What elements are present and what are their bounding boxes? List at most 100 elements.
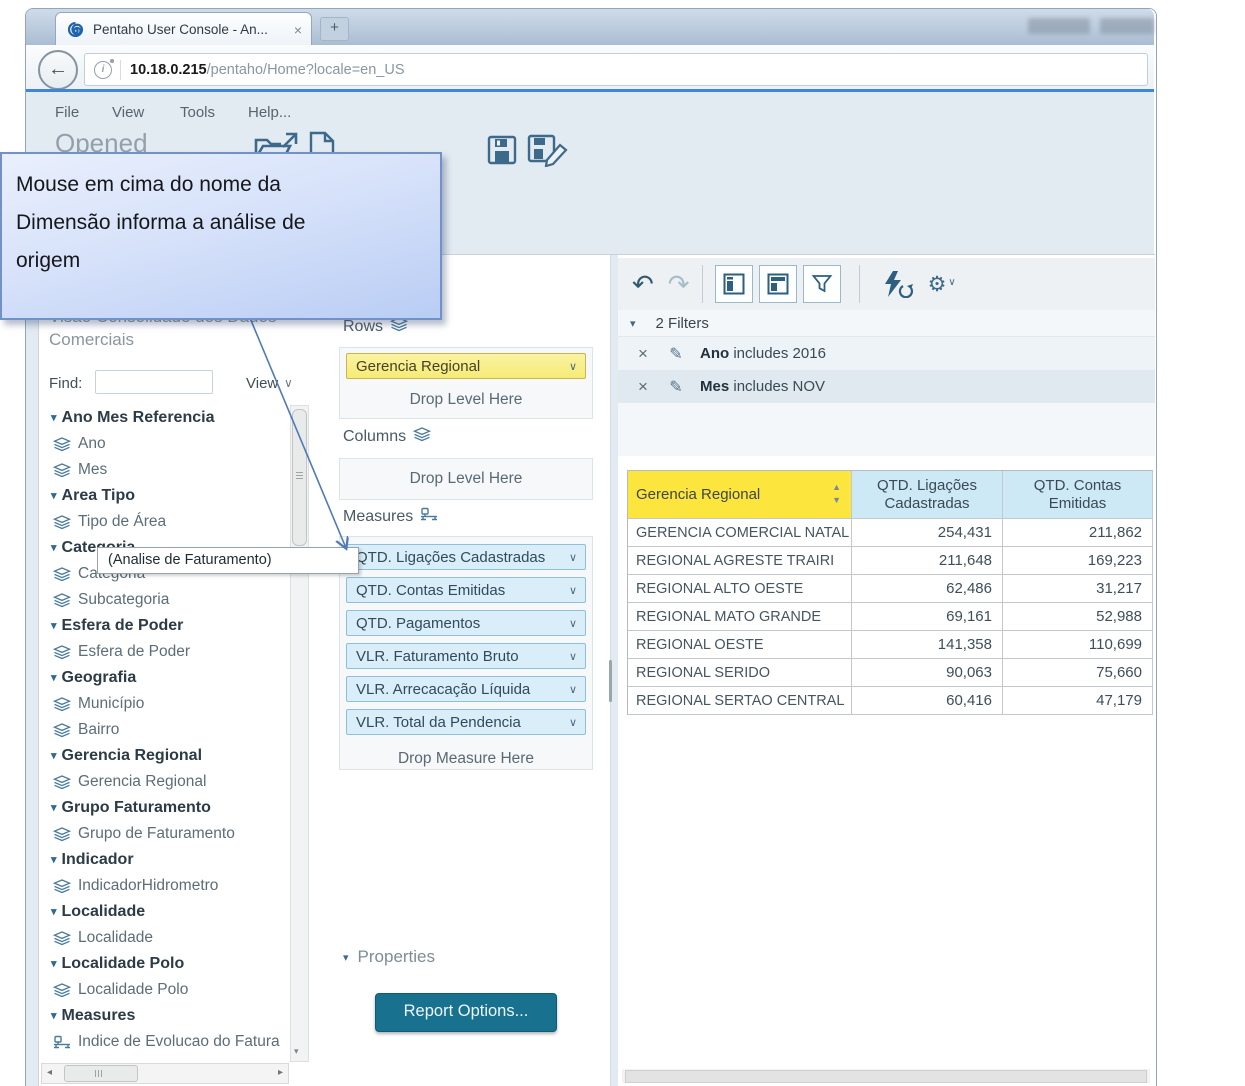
row-level-chip[interactable]: Gerencia Regional∨ xyxy=(346,353,586,379)
tree-item-level[interactable]: Gerencia Regional xyxy=(39,769,289,795)
scroll-left-icon[interactable]: ◂ xyxy=(47,1067,52,1078)
undo-icon[interactable]: ↶ xyxy=(632,269,654,300)
expander-triangle-icon[interactable]: ▾ xyxy=(51,405,57,431)
tree-item-level[interactable]: Tipo de Área xyxy=(39,509,289,535)
new-tab-button[interactable]: + xyxy=(320,17,349,41)
chevron-down-icon[interactable]: ∨ xyxy=(561,617,585,630)
column-header-measure[interactable]: QTD. Contas Emitidas xyxy=(1003,471,1153,519)
tree-item-level[interactable]: Esfera de Poder xyxy=(39,639,289,665)
tree-item-level[interactable]: Bairro xyxy=(39,717,289,743)
tree-item-measure[interactable]: Indice de Evolucao do Fatura xyxy=(39,1029,289,1055)
splitter-drag-handle[interactable] xyxy=(609,660,612,702)
expander-triangle-icon[interactable]: ▾ xyxy=(51,847,57,873)
scrollbar-thumb[interactable] xyxy=(292,409,307,546)
tree-item-dimension[interactable]: ▾Gerencia Regional xyxy=(39,743,289,769)
menu-help[interactable]: Help... xyxy=(248,104,291,121)
measure-chip[interactable]: QTD. Contas Emitidas∨ xyxy=(346,577,586,603)
site-info-icon[interactable]: i xyxy=(94,61,112,79)
tree-item-level[interactable]: Localidade Polo xyxy=(39,977,289,1003)
properties-section[interactable]: ▾ Properties xyxy=(343,947,435,967)
tree-item-dimension[interactable]: ▾Measures xyxy=(39,1003,289,1029)
chevron-down-icon[interactable]: ∨ xyxy=(561,683,585,696)
menu-tools[interactable]: Tools xyxy=(180,104,215,121)
tree-item-dimension[interactable]: ▾Esfera de Poder xyxy=(39,613,289,639)
chevron-down-icon[interactable]: ∨ xyxy=(561,716,585,729)
chip-label: VLR. Total da Pendencia xyxy=(347,714,561,731)
drop-level-hint: Drop Level Here xyxy=(340,385,592,415)
expander-triangle-icon[interactable]: ▾ xyxy=(51,795,57,821)
layout-top-panel-button[interactable] xyxy=(759,265,797,303)
chevron-down-icon[interactable]: ∨ xyxy=(284,376,293,390)
tree-item-dimension[interactable]: ▾Geografia xyxy=(39,665,289,691)
tree-item-level[interactable]: Mes xyxy=(39,457,289,483)
chevron-down-icon[interactable]: ∨ xyxy=(561,551,585,564)
report-options-button[interactable]: Report Options... xyxy=(375,993,557,1032)
gear-icon[interactable]: ⚙ xyxy=(928,272,947,297)
tree-item-level[interactable]: IndicadorHidrometro xyxy=(39,873,289,899)
expander-triangle-icon[interactable]: ▾ xyxy=(51,951,57,977)
remove-filter-icon[interactable]: × xyxy=(634,377,652,397)
view-dropdown[interactable]: View xyxy=(246,375,278,392)
report-horizontal-scrollbar[interactable] xyxy=(622,1069,1150,1083)
tree-item-label: Grupo Faturamento xyxy=(62,795,211,821)
measure-chip[interactable]: VLR. Arrecacação Líquida∨ xyxy=(346,676,586,702)
find-input[interactable] xyxy=(95,370,213,394)
expander-triangle-icon[interactable]: ▾ xyxy=(51,483,57,509)
tree-item-level[interactable]: Município xyxy=(39,691,289,717)
tree-item-level[interactable]: Grupo de Faturamento xyxy=(39,821,289,847)
save-as-icon[interactable] xyxy=(527,133,569,172)
rows-drop-zone[interactable]: Gerencia Regional∨ Drop Level Here xyxy=(339,347,593,419)
layout-left-panel-button[interactable] xyxy=(715,265,753,303)
measure-chip[interactable]: VLR. Total da Pendencia∨ xyxy=(346,709,586,735)
expander-triangle-icon[interactable]: ▾ xyxy=(630,317,636,330)
tree-item-level[interactable]: Ano xyxy=(39,431,289,457)
menu-view[interactable]: View xyxy=(112,104,144,121)
chevron-down-icon[interactable]: ∨ xyxy=(561,650,585,663)
scrollbar-thumb[interactable] xyxy=(64,1065,138,1082)
expander-triangle-icon[interactable]: ▾ xyxy=(51,665,57,691)
scroll-down-icon[interactable]: ▾ xyxy=(294,1046,299,1057)
back-button[interactable]: ← xyxy=(38,50,78,90)
measure-chip[interactable]: QTD. Pagamentos∨ xyxy=(346,610,586,636)
tree-item-level[interactable]: Localidade xyxy=(39,925,289,951)
expander-triangle-icon[interactable]: ▾ xyxy=(51,613,57,639)
value-cell: 141,358 xyxy=(852,631,1003,659)
tree-item-level[interactable]: Subcategoria xyxy=(39,587,289,613)
chevron-down-icon[interactable]: ∨ xyxy=(561,360,585,373)
edit-filter-icon[interactable]: ✎ xyxy=(666,377,686,397)
measure-chip[interactable]: VLR. Faturamento Bruto∨ xyxy=(346,643,586,669)
columns-drop-zone[interactable]: Drop Level Here xyxy=(339,458,593,500)
tree-item-dimension[interactable]: ▾Grupo Faturamento xyxy=(39,795,289,821)
scrollbar-thumb[interactable] xyxy=(625,1070,1147,1083)
expander-triangle-icon[interactable]: ▾ xyxy=(51,535,57,561)
chevron-down-icon[interactable]: ∨ xyxy=(561,584,585,597)
sort-icon[interactable]: ▲▼ xyxy=(832,481,841,507)
tree-item-dimension[interactable]: ▾Localidade Polo xyxy=(39,951,289,977)
close-tab-icon[interactable]: × xyxy=(294,22,302,38)
chevron-down-icon[interactable]: ∨ xyxy=(948,277,955,288)
save-icon[interactable] xyxy=(487,135,517,170)
auto-refresh-icon[interactable] xyxy=(880,270,914,298)
measure-chip[interactable]: QTD. Ligações Cadastradas∨ xyxy=(346,544,586,570)
tree-item-dimension[interactable]: ▾Indicador xyxy=(39,847,289,873)
column-header-gerencia-regional[interactable]: Gerencia Regional▲▼ xyxy=(628,471,852,519)
expander-triangle-icon[interactable]: ▾ xyxy=(51,1003,57,1029)
expander-triangle-icon[interactable]: ▾ xyxy=(343,951,349,964)
browser-tab[interactable]: Pentaho User Console - An... × xyxy=(55,12,312,46)
column-header-measure[interactable]: QTD. Ligações Cadastradas xyxy=(852,471,1003,519)
expander-triangle-icon[interactable]: ▾ xyxy=(51,899,57,925)
scroll-right-icon[interactable]: ▸ xyxy=(278,1067,283,1078)
menu-file[interactable]: File xyxy=(55,104,79,121)
url-bar[interactable]: i 10.18.0.215 /pentaho/Home?locale=en_US xyxy=(84,53,1148,86)
tree-horizontal-scrollbar[interactable]: ◂ ▸ xyxy=(41,1063,289,1084)
tree-vertical-scrollbar[interactable]: ▾ xyxy=(290,405,309,1062)
filters-header[interactable]: ▾ 2 Filters xyxy=(618,310,1155,337)
filter-funnel-button[interactable] xyxy=(803,265,841,303)
tree-item-dimension[interactable]: ▾Ano Mes Referencia xyxy=(39,405,289,431)
tree-item-dimension[interactable]: ▾Area Tipo xyxy=(39,483,289,509)
edit-filter-icon[interactable]: ✎ xyxy=(666,344,686,364)
measures-drop-zone[interactable]: QTD. Ligações Cadastradas∨ QTD. Contas Em… xyxy=(339,536,593,770)
remove-filter-icon[interactable]: × xyxy=(634,344,652,364)
tree-item-dimension[interactable]: ▾Localidade xyxy=(39,899,289,925)
expander-triangle-icon[interactable]: ▾ xyxy=(51,743,57,769)
